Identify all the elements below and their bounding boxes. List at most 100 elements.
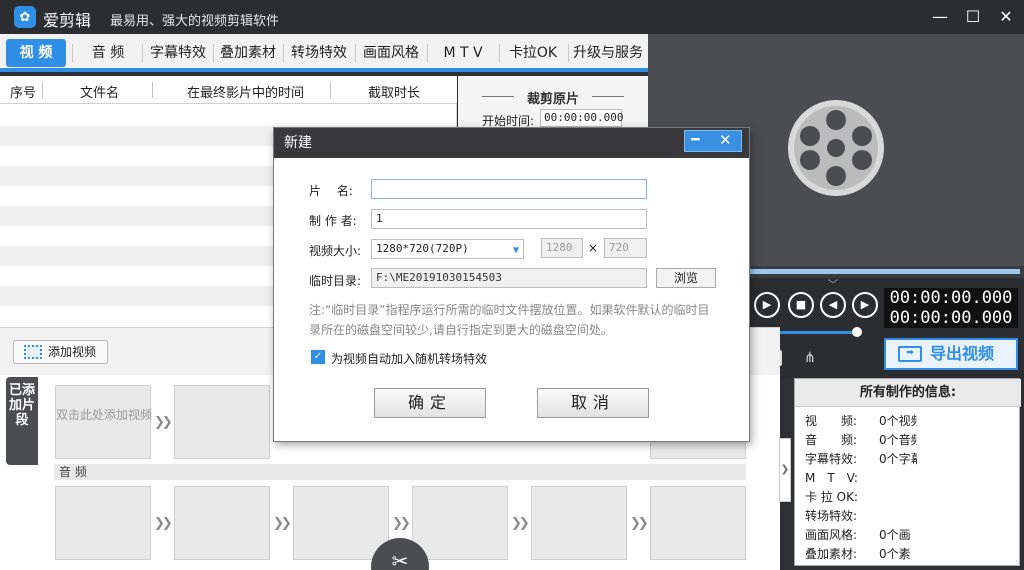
export-video-button[interactable]: ➡ 导出视频 [884, 338, 1018, 370]
dialog-close-icon[interactable]: ✕ [719, 131, 732, 149]
ok-button[interactable]: 确定 [374, 388, 486, 418]
arrow-icon: ❯❯ [154, 516, 173, 531]
added-clips-tab[interactable]: 已添加片段 [6, 377, 38, 465]
play-button[interactable]: ▶ [754, 292, 780, 318]
column-index[interactable]: 序号 [10, 82, 36, 101]
export-icon: ➡ [898, 346, 922, 362]
arrow-icon: ❯❯ [511, 516, 530, 531]
tab-divider [568, 44, 569, 62]
add-video-icon [24, 345, 42, 359]
audio-track-label: 音 频 [54, 464, 746, 480]
timecode-current: 00:00:00.000 [884, 288, 1018, 308]
expand-arrow-icon[interactable]: ❯ [779, 438, 791, 502]
chevron-down-icon: ▼ [512, 245, 519, 256]
maximize-button[interactable]: ☐ [961, 6, 985, 28]
title-bar: ✿ 爱剪辑 最易用、强大的视频剪辑软件 — ☐ ✕ [0, 0, 1024, 34]
tab-subtitle-effects[interactable]: 字幕特效 [148, 39, 208, 67]
audio-slot[interactable] [650, 486, 746, 560]
cancel-button[interactable]: 取消 [537, 388, 649, 418]
tab-audio[interactable]: 音 频 [80, 39, 136, 67]
author-label: 制 作 者: [309, 214, 357, 228]
name-label: 片 名: [309, 184, 353, 198]
random-transition-checkbox[interactable]: ✓ [311, 350, 325, 364]
tab-divider [213, 44, 214, 62]
tab-divider [355, 44, 356, 62]
audio-slot[interactable] [531, 486, 627, 560]
tab-divider [142, 44, 143, 62]
video-size-value: 1280*720(720P) [376, 242, 469, 255]
film-reel-icon [788, 100, 884, 196]
tab-divider [427, 44, 428, 62]
tab-divider [72, 44, 73, 62]
arrow-icon: ❯❯ [154, 415, 173, 430]
temp-dir-note: 注:“临时目录”指程序运行所需的临时文件摆放位置。如果软件默认的临时目录所在的磁… [309, 303, 710, 337]
height-input: 720 [604, 238, 647, 258]
times-sign: × [588, 241, 599, 255]
browse-button[interactable]: 浏览 [656, 268, 716, 288]
start-time-input[interactable]: 00:00:00.000 [540, 109, 623, 127]
audio-slot[interactable] [174, 486, 270, 560]
volume-slider[interactable] [780, 331, 856, 334]
prev-frame-button[interactable]: ◀ [820, 292, 846, 318]
info-row: 叠加素材: 0个素 [805, 547, 911, 561]
column-time-in-movie[interactable]: 在最终影片中的时间 [187, 82, 304, 101]
info-row: M T V: [805, 471, 858, 485]
reel-hole [826, 110, 846, 130]
tab-mtv[interactable]: M T V [433, 39, 493, 67]
column-duration[interactable]: 截取时长 [368, 82, 420, 101]
list-header: 序号 文件名 在最终影片中的时间 截取时长 [0, 76, 457, 104]
crop-title: 裁剪原片 [526, 92, 579, 107]
dialog-minimize-icon[interactable]: ━ [691, 132, 699, 148]
add-video-button[interactable]: 添加视频 [13, 340, 108, 364]
tab-divider [283, 44, 284, 62]
volume-knob[interactable] [852, 327, 862, 337]
column-divider [152, 82, 153, 98]
tab-upgrade[interactable]: 升级与服务 [571, 39, 645, 67]
app-name: 爱剪辑 [43, 11, 92, 30]
audio-slot[interactable] [293, 486, 389, 560]
random-transition-label[interactable]: 为视频自动加入随机转场特效 [331, 350, 487, 367]
temp-dir-label: 临时目录: [309, 274, 362, 288]
clip-slot[interactable]: 双击此处添加视频 [55, 385, 153, 459]
main-tab-bar: 视 频 音 频 字幕特效 叠加素材 转场特效 画面风格 M T V 卡拉OK 升… [0, 34, 648, 72]
tab-divider [499, 44, 500, 62]
info-row: 视 频: 0个视频 [805, 414, 917, 428]
temp-dir-input: F:\ME20191030154503 [371, 268, 647, 288]
clip-slot[interactable] [174, 385, 270, 459]
minimize-button[interactable]: — [928, 6, 952, 28]
info-title: 所有制作的信息: [795, 379, 1021, 407]
progress-track[interactable] [748, 269, 1020, 274]
arrow-icon: ❯❯ [630, 516, 649, 531]
video-size-select[interactable]: 1280*720(720P) ▼ [371, 239, 524, 259]
reel-center [827, 139, 845, 157]
reel-hole [852, 126, 872, 146]
name-input[interactable] [371, 179, 647, 199]
app-slogan: 最易用、强大的视频剪辑软件 [110, 14, 280, 29]
dialog-window-buttons: ━ ✕ [684, 130, 742, 152]
column-filename[interactable]: 文件名 [80, 82, 119, 101]
info-row: 音 频: 0个音频 [805, 433, 917, 447]
dialog-title: 新建 [274, 128, 749, 158]
new-project-dialog: 新建 ━ ✕ 片 名: 制 作 者: 1 视频大小: 1280*720(720P… [273, 127, 750, 442]
info-row: 字幕特效: 0个字幕 [805, 452, 917, 466]
share-icon[interactable]: ⋔ [804, 350, 816, 366]
next-frame-button[interactable]: ▶ [852, 292, 878, 318]
tab-style[interactable]: 画面风格 [361, 39, 421, 67]
tab-overlay[interactable]: 叠加素材 [218, 39, 278, 67]
tab-karaoke[interactable]: 卡拉OK [503, 39, 563, 67]
close-button[interactable]: ✕ [994, 6, 1018, 28]
info-panel: 所有制作的信息: 视 频: 0个视频 音 频: 0个音频 字幕特效: 0个字幕 M T… [794, 378, 1021, 566]
audio-slot[interactable] [55, 486, 151, 560]
export-label: 导出视频 [930, 344, 995, 363]
arrow-icon: ❯❯ [392, 516, 411, 531]
tab-transition[interactable]: 转场特效 [289, 39, 349, 67]
chevron-down-icon[interactable]: ﹀ [828, 276, 838, 291]
audio-slot[interactable] [412, 486, 508, 560]
column-divider [330, 82, 331, 98]
add-video-label: 添加视频 [48, 345, 97, 359]
author-input[interactable]: 1 [371, 209, 647, 229]
info-row: 卡 拉 OK: [805, 490, 858, 504]
tab-video[interactable]: 视 频 [6, 39, 66, 67]
stop-button[interactable]: ■ [788, 292, 814, 318]
clip-placeholder-text: 双击此处添加视频 [56, 408, 153, 422]
